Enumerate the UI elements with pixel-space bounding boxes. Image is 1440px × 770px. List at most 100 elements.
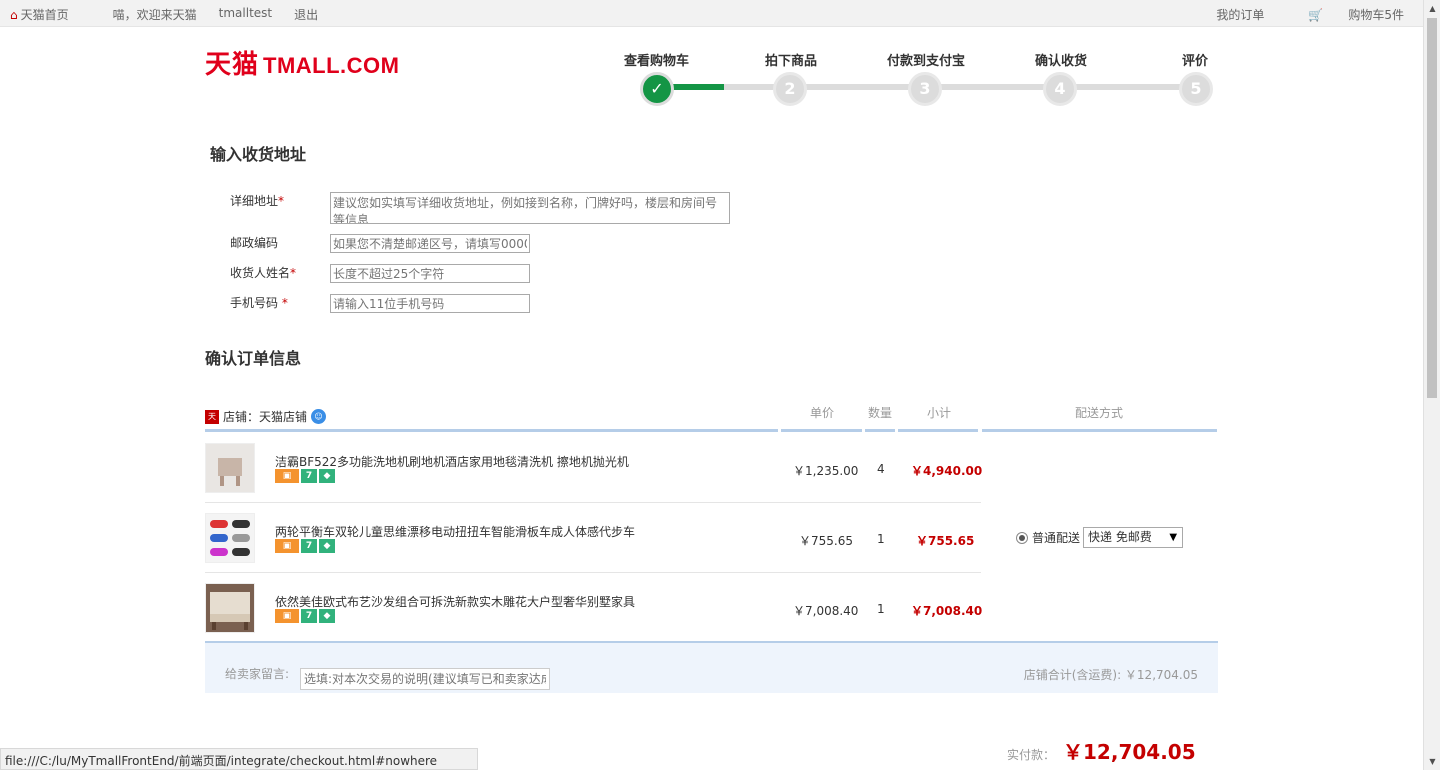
logout-link[interactable]: 退出	[294, 6, 318, 23]
home-link-label: 天猫首页	[20, 8, 69, 22]
shipping-option-label: 普通配送	[1032, 531, 1081, 545]
unit-price: ￥7,008.40	[793, 604, 859, 618]
zip-row: 邮政编码	[230, 234, 530, 253]
order-item-row: 洁霸BF522多功能洗地机刷地机酒店家用地毯清洗机 擦地机抛光机 ▣ 7 ◆ ￥…	[205, 433, 983, 503]
step-label: 付款到支付宝	[887, 54, 966, 69]
cart-link-label: 购物车5件	[1348, 8, 1404, 22]
col-quantity: 数量	[868, 406, 893, 420]
shop-summary-bar: 给卖家留言: 店铺合计(含运费): ￥12,704.05	[205, 641, 1218, 693]
top-nav-bar: ⌂ 天猫首页 喵，欢迎来天猫 tmalltest 退出 我的订单 🛒 购物车5件	[0, 0, 1424, 27]
cart-icon: 🛒	[1308, 8, 1324, 22]
credit-card-icon: ▣	[275, 469, 299, 483]
zip-label: 邮政编码	[230, 236, 279, 250]
step-label: 拍下商品	[765, 54, 818, 69]
detail-address-field[interactable]	[330, 192, 730, 224]
shipping-method: 普通配送 快递 免邮费 ▼	[1016, 527, 1184, 548]
product-name-link[interactable]: 两轮平衡车双轮儿童思维漂移电动扭扭车智能滑板车成人体感代步车	[275, 523, 635, 540]
quantity: 4	[877, 462, 885, 476]
product-badges: ▣ 7 ◆	[275, 469, 335, 483]
step-number: 2	[773, 72, 807, 106]
phone-row: 手机号码 *	[230, 294, 530, 313]
step-confirm-receipt: 确认收货 4	[1035, 50, 1088, 106]
welcome-text: 喵，欢迎来天猫	[112, 8, 197, 22]
seller-message-field[interactable]	[300, 668, 550, 690]
username-link[interactable]: tmalltest	[219, 6, 272, 23]
order-item-row: 依然美佳欧式布艺沙发组合可拆洗新款实木雕花大户型奢华别墅家具 ▣ 7 ◆ ￥7,…	[205, 573, 983, 643]
credit-card-icon: ▣	[275, 539, 299, 553]
step-review: 评价 5	[1179, 50, 1213, 106]
detail-address-row: 详细地址*	[230, 192, 730, 224]
detail-address-label: 详细地址*	[230, 194, 285, 208]
seven-day-return-icon: 7	[301, 469, 317, 483]
grand-total-value: ￥12,704.05	[1063, 740, 1196, 764]
product-name-link[interactable]: 依然美佳欧式布艺沙发组合可拆洗新款实木雕花大户型奢华别墅家具	[275, 593, 635, 610]
logo-en-text: TMALL.COM	[263, 53, 400, 78]
product-thumbnail[interactable]	[205, 443, 255, 493]
shop-total: 店铺合计(含运费): ￥12,704.05	[1023, 668, 1198, 682]
logo-cn-text: 天猫	[205, 50, 260, 80]
step-pay-alipay: 付款到支付宝 3	[887, 50, 966, 106]
grand-total-label: 实付款：	[1007, 748, 1056, 762]
check-icon: ✓	[640, 72, 674, 106]
home-link[interactable]: ⌂ 天猫首页	[10, 6, 91, 23]
header-divider	[898, 429, 978, 432]
quantity: 1	[877, 602, 885, 616]
step-number: 3	[908, 72, 942, 106]
unit-price: ￥1,235.00	[793, 464, 859, 478]
header-divider	[865, 429, 895, 432]
order-item-row: 两轮平衡车双轮儿童思维漂移电动扭扭车智能滑板车成人体感代步车 ▣ 7 ◆ ￥75…	[205, 503, 981, 573]
quantity: 1	[877, 532, 885, 546]
header-divider	[781, 429, 862, 432]
shop-name: 店铺：天猫店铺	[223, 410, 308, 424]
dropdown-arrow-icon: ▼	[1169, 532, 1178, 543]
col-shipping: 配送方式	[1075, 406, 1124, 420]
step-number: 4	[1043, 72, 1077, 106]
shipping-radio[interactable]	[1016, 531, 1028, 544]
order-table-header: 天猫 店铺：天猫店铺 ☺ 单价 数量 小计 配送方式	[205, 400, 1217, 435]
guarantee-icon: ◆	[319, 539, 335, 553]
phone-field[interactable]	[330, 294, 530, 313]
col-subtotal: 小计	[927, 406, 952, 420]
step-label: 查看购物车	[624, 54, 690, 69]
vertical-scrollbar[interactable]: ▲ ▼	[1423, 0, 1440, 770]
zip-field[interactable]	[330, 234, 530, 253]
product-thumbnail[interactable]	[205, 513, 255, 563]
home-icon: ⌂	[10, 8, 18, 22]
step-label: 确认收货	[1035, 54, 1088, 69]
product-badges: ▣ 7 ◆	[275, 539, 335, 553]
product-name-link[interactable]: 洁霸BF522多功能洗地机刷地机酒店家用地毯清洗机 擦地机抛光机	[275, 453, 629, 470]
step-number: 5	[1179, 72, 1213, 106]
header-divider	[982, 429, 1217, 432]
product-thumbnail[interactable]	[205, 583, 255, 633]
unit-price: ￥755.65	[799, 534, 853, 548]
scrollbar-thumb[interactable]	[1427, 18, 1437, 398]
step-label: 评价	[1182, 54, 1209, 69]
tmall-logo[interactable]: 天猫 TMALL.COM	[205, 44, 399, 81]
my-orders-link[interactable]: 我的订单	[1216, 6, 1264, 23]
receiver-name-label: 收货人姓名*	[230, 266, 297, 280]
step-view-cart: 查看购物车 ✓	[624, 50, 690, 106]
address-section-title: 输入收货地址	[210, 145, 307, 164]
shop-info: 天猫 店铺：天猫店铺 ☺	[205, 408, 327, 435]
wangwang-chat-icon[interactable]: ☺	[311, 409, 327, 424]
step-place-order: 拍下商品 2	[765, 50, 818, 106]
receiver-name-field[interactable]	[330, 264, 530, 283]
product-badges: ▣ 7 ◆	[275, 609, 335, 623]
tmall-shop-icon: 天猫	[205, 409, 219, 435]
order-section-title: 确认订单信息	[205, 349, 302, 368]
seven-day-return-icon: 7	[301, 539, 317, 553]
grand-total: 实付款： ￥12,704.05	[1007, 736, 1196, 765]
shipping-select-value: 快递 免邮费	[1088, 530, 1152, 544]
scroll-up-arrow-icon[interactable]: ▲	[1424, 0, 1440, 17]
shipping-select[interactable]: 快递 免邮费 ▼	[1083, 527, 1184, 548]
browser-status-bar: file:///C:/lu/MyTmallFrontEnd/前端页面/integ…	[0, 748, 478, 770]
col-unit-price: 单价	[810, 406, 835, 420]
message-label: 给卖家留言:	[225, 667, 290, 681]
subtotal: ￥4,940.00	[911, 464, 983, 478]
cart-link[interactable]: 🛒 购物车5件	[1286, 6, 1404, 23]
scroll-down-arrow-icon[interactable]: ▼	[1424, 753, 1440, 770]
checkout-progress: 查看购物车 ✓ 拍下商品 2 付款到支付宝 3 确认收货 4 评价 5	[620, 50, 1220, 110]
subtotal: ￥7,008.40	[911, 604, 983, 618]
subtotal: ￥755.65	[916, 534, 975, 548]
guarantee-icon: ◆	[319, 469, 335, 483]
